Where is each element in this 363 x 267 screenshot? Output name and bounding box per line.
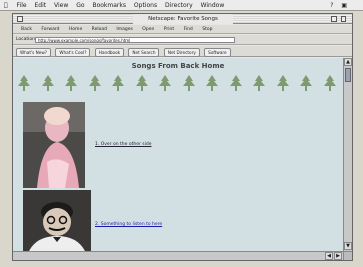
- home-button[interactable]: Home: [69, 25, 82, 34]
- software-button[interactable]: Software: [204, 48, 231, 57]
- menu-bar:  File Edit View Go Bookmarks Options Di…: [0, 0, 363, 11]
- images-button[interactable]: Images: [116, 25, 132, 34]
- vertical-scroll-thumb[interactable]: [345, 68, 351, 82]
- menu-options[interactable]: Options: [134, 2, 157, 9]
- scroll-up-arrow-icon[interactable]: ▲: [344, 58, 352, 66]
- find-button[interactable]: Find: [184, 25, 193, 34]
- tree-icon: [300, 75, 313, 91]
- zoom-box-icon[interactable]: [331, 16, 337, 22]
- tree-icon: [206, 75, 219, 91]
- menu-directory[interactable]: Directory: [165, 2, 193, 9]
- singer-photo[interactable]: [23, 102, 85, 188]
- tree-icon: [229, 75, 242, 91]
- menu-view[interactable]: View: [54, 2, 68, 9]
- tree-icon: [323, 75, 336, 91]
- tree-icon: [276, 75, 289, 91]
- reload-button[interactable]: Reload: [92, 25, 107, 34]
- net-directory-button[interactable]: Net Directory: [163, 48, 200, 57]
- whats-new-button[interactable]: What's New?: [16, 48, 52, 57]
- menu-window[interactable]: Window: [201, 2, 225, 9]
- location-field[interactable]: http://www.example.com/songs/favorites.h…: [35, 37, 235, 43]
- resize-box-icon[interactable]: [343, 251, 352, 260]
- scroll-left-arrow-icon[interactable]: ◀: [325, 252, 333, 260]
- tree-icon: [159, 75, 172, 91]
- tree-icon: [112, 75, 125, 91]
- whats-cool-button[interactable]: What's Cool?: [55, 48, 91, 57]
- page-content: Songs From Back Home 1. Over on the othe…: [13, 58, 343, 251]
- tree-icon: [65, 75, 78, 91]
- tree-icon: [41, 75, 54, 91]
- application-icon[interactable]: ▣: [341, 2, 347, 9]
- forward-button[interactable]: Forward: [41, 25, 59, 34]
- help-icon[interactable]: ?: [330, 2, 333, 9]
- window-title: Netscape: Favorite Songs: [133, 14, 233, 24]
- open-button[interactable]: Open: [142, 25, 154, 34]
- tree-icon: [182, 75, 195, 91]
- directory-buttons-bar: What's New? What's Cool? Handbook Net Se…: [13, 46, 352, 57]
- vertical-scrollbar[interactable]: ▲ ▼: [343, 58, 352, 251]
- browser-window: Netscape: Favorite Songs Back Forward Ho…: [12, 13, 353, 261]
- menu-edit[interactable]: Edit: [35, 2, 47, 9]
- print-button[interactable]: Print: [164, 25, 174, 34]
- horizontal-scrollbar[interactable]: ◀ ▶: [13, 251, 343, 260]
- apple-menu-icon[interactable]: : [4, 2, 8, 9]
- tree-icon: [18, 75, 30, 91]
- scroll-down-arrow-icon[interactable]: ▼: [344, 242, 352, 250]
- title-bar[interactable]: Netscape: Favorite Songs: [13, 14, 352, 24]
- menu-file[interactable]: File: [17, 2, 27, 9]
- menu-bookmarks[interactable]: Bookmarks: [92, 2, 126, 9]
- song-link-1[interactable]: 1. Over on the other side: [95, 142, 151, 147]
- tree-icon: [135, 75, 148, 91]
- status-area: [15, 252, 65, 260]
- comedian-photo[interactable]: [23, 190, 91, 251]
- scroll-right-arrow-icon[interactable]: ▶: [334, 252, 342, 260]
- net-search-button[interactable]: Net Search: [128, 48, 160, 57]
- song-link-2[interactable]: 2. Something to listen to here: [95, 222, 162, 227]
- stop-button[interactable]: Stop: [202, 25, 212, 34]
- handbook-button[interactable]: Handbook: [94, 48, 125, 57]
- location-bar: Location: http://www.example.com/songs/f…: [13, 35, 352, 45]
- tree-icon: [88, 75, 101, 91]
- menu-go[interactable]: Go: [76, 2, 84, 9]
- collapse-box-icon[interactable]: [341, 16, 346, 22]
- page-heading: Songs From Back Home: [131, 62, 225, 70]
- location-label: Location:: [16, 37, 37, 42]
- back-button[interactable]: Back: [21, 25, 32, 34]
- navigation-toolbar: Back Forward Home Reload Images Open Pri…: [13, 25, 352, 34]
- tree-icon: [253, 75, 266, 91]
- close-box-icon[interactable]: [17, 16, 23, 22]
- tree-border: [17, 75, 337, 91]
